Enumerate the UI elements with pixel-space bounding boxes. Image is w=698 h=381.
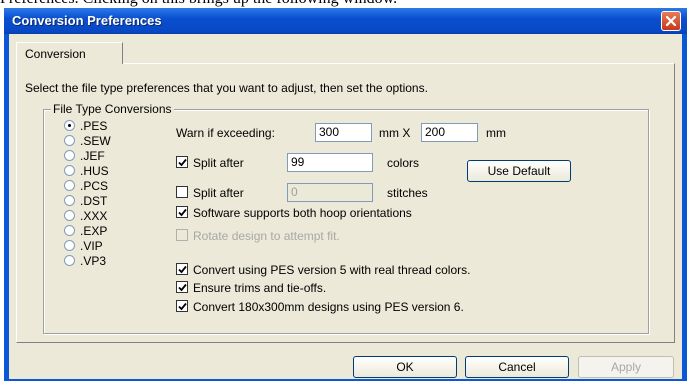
radio-label: .XXX bbox=[80, 209, 108, 223]
warn-height-field[interactable]: 200 bbox=[421, 123, 478, 142]
checkmark-icon bbox=[178, 302, 187, 311]
checkmark-icon bbox=[178, 283, 187, 292]
radio-label: .PES bbox=[80, 119, 108, 133]
tab-conversion[interactable]: Conversion bbox=[16, 42, 123, 64]
radio-indicator bbox=[64, 255, 75, 266]
cancel-button[interactable]: Cancel bbox=[465, 356, 569, 378]
instruction-text: Select the file type preferences that yo… bbox=[25, 81, 428, 95]
ensure-trims-checkbox[interactable] bbox=[176, 281, 188, 293]
radio-label: .EXP bbox=[80, 224, 108, 238]
file-type-list: .PES .SEW .JEF .HUS .PCS .DST .XXX .EXP … bbox=[64, 119, 144, 284]
split-stitches-checkbox[interactable] bbox=[176, 186, 188, 198]
ensure-trims-label: Ensure trims and tie-offs. bbox=[193, 281, 327, 295]
rotate-design-checkbox bbox=[176, 229, 188, 241]
radio-indicator bbox=[64, 180, 75, 191]
checkmark-icon bbox=[178, 265, 187, 274]
radio-indicator bbox=[64, 225, 75, 236]
title-bar[interactable]: Conversion Preferences bbox=[4, 8, 687, 34]
convert-pes5-label: Convert using PES version 5 with real th… bbox=[193, 263, 471, 277]
radio-label: .VP3 bbox=[80, 254, 107, 268]
intro-text: Preferences. Clicking on this brings up … bbox=[0, 0, 698, 8]
mm-x-label: mm X bbox=[379, 126, 411, 140]
radio-indicator bbox=[64, 240, 75, 251]
apply-button: Apply bbox=[578, 356, 674, 378]
split-colors-checkbox[interactable] bbox=[176, 156, 188, 168]
radio-indicator bbox=[64, 135, 75, 146]
hoop-orientations-checkbox[interactable] bbox=[176, 206, 188, 218]
split-colors-label: Split after bbox=[193, 156, 244, 170]
convert-pes5-checkbox[interactable] bbox=[176, 263, 188, 275]
checkmark-icon bbox=[178, 158, 187, 167]
convert-180x300-label: Convert 180x300mm designs using PES vers… bbox=[193, 300, 464, 314]
split-stitches-label: Split after bbox=[193, 186, 244, 200]
radio-indicator bbox=[64, 210, 75, 221]
radio-indicator bbox=[64, 165, 75, 176]
use-default-button[interactable]: Use Default bbox=[467, 160, 571, 182]
warn-label: Warn if exceeding: bbox=[176, 126, 275, 140]
close-icon bbox=[665, 15, 677, 27]
radio-label: .HUS bbox=[80, 164, 109, 178]
radio-label: .JEF bbox=[80, 149, 105, 163]
radio-indicator bbox=[64, 150, 75, 161]
rotate-design-label: Rotate design to attempt fit. bbox=[193, 229, 340, 243]
mm-label: mm bbox=[486, 126, 506, 140]
split-colors-field[interactable]: 99 bbox=[287, 153, 373, 172]
radio-indicator bbox=[64, 195, 75, 206]
ok-button[interactable]: OK bbox=[353, 356, 457, 378]
radio-label: .SEW bbox=[80, 134, 111, 148]
window-title: Conversion Preferences bbox=[12, 13, 162, 28]
conversion-preferences-dialog: Conversion Preferences Conversion Select… bbox=[4, 8, 687, 381]
checkmark-icon bbox=[178, 208, 187, 217]
close-button[interactable] bbox=[661, 11, 681, 31]
radio-label: .VIP bbox=[80, 239, 103, 253]
split-stitches-field: 0 bbox=[287, 183, 373, 202]
tab-conversion-label: Conversion bbox=[25, 47, 86, 61]
dialog-client-area: Conversion Select the file type preferen… bbox=[9, 34, 682, 379]
radio-label: .PCS bbox=[80, 179, 109, 193]
warn-width-field[interactable]: 300 bbox=[315, 123, 372, 142]
radio-label: .DST bbox=[80, 194, 108, 208]
hoop-orientations-label: Software supports both hoop orientations bbox=[193, 206, 412, 220]
group-label: File Type Conversions bbox=[51, 102, 174, 116]
stitches-unit: stitches bbox=[387, 186, 428, 200]
radio-indicator bbox=[64, 120, 75, 131]
colors-unit: colors bbox=[387, 156, 420, 170]
convert-180x300-checkbox[interactable] bbox=[176, 300, 188, 312]
